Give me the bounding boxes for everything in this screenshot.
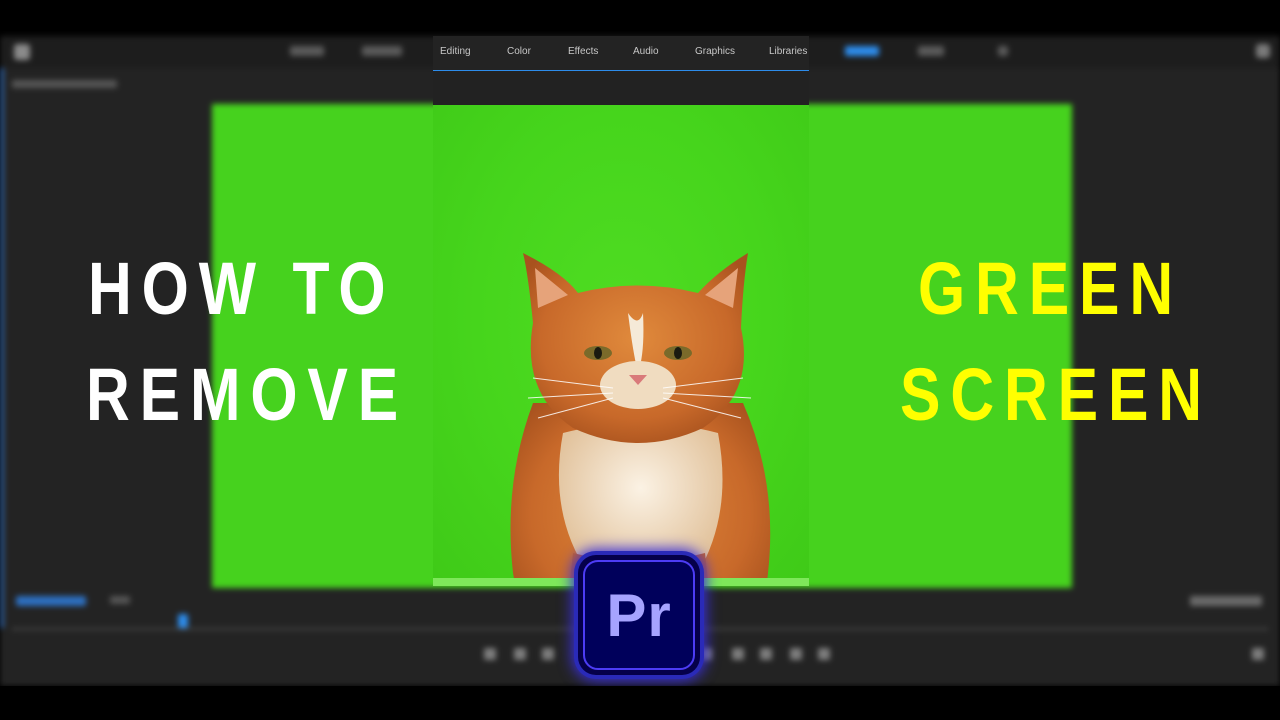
panel-header-strip [433, 71, 809, 105]
panel-focus-border [0, 68, 4, 628]
background-tab [998, 46, 1008, 56]
timecode-readout [16, 596, 86, 606]
duration-readout [1190, 596, 1262, 606]
home-icon [14, 44, 30, 60]
background-tab [918, 46, 944, 56]
workspace-tabs-bar: Editing Color Effects Audio Graphics Lib… [433, 36, 809, 70]
premiere-pro-logo-inner: Pr [583, 560, 695, 670]
background-tab [290, 46, 324, 56]
insert-icon [760, 648, 772, 660]
program-panel-label [12, 80, 117, 88]
workspace-menu-icon [1256, 44, 1270, 58]
tab-effects[interactable]: Effects [568, 46, 598, 57]
playhead [178, 614, 188, 628]
letterbox-top [0, 0, 1280, 36]
tab-libraries[interactable]: Libraries [769, 46, 807, 57]
settings-icon [1252, 648, 1264, 660]
title-line-screen: SCREEN [900, 353, 1212, 436]
title-line-remove: REMOVE [86, 353, 409, 436]
export-frame-icon [818, 648, 830, 660]
letterbox-bottom [0, 686, 1280, 720]
mark-in-icon [484, 648, 496, 660]
background-tab [362, 46, 402, 56]
tab-graphics[interactable]: Graphics [695, 46, 735, 57]
tab-audio[interactable]: Audio [633, 46, 659, 57]
go-to-out-icon [732, 648, 744, 660]
cat-image [510, 253, 771, 586]
zoom-fit-dropdown [110, 596, 130, 604]
tab-color[interactable]: Color [507, 46, 531, 57]
mark-out-icon [514, 648, 526, 660]
premiere-workspace-panel: Editing Color Effects Audio Graphics Lib… [433, 36, 809, 586]
title-line-how-to: HOW TO [88, 247, 396, 330]
tab-editing[interactable]: Editing [440, 46, 471, 57]
background-tab-active [845, 46, 879, 56]
step-forward-icon [700, 648, 712, 660]
go-to-in-icon [542, 648, 554, 660]
premiere-pro-logo: Pr [578, 555, 700, 675]
green-screen-video-frame [433, 105, 809, 586]
title-line-green: GREEN [918, 247, 1183, 330]
overwrite-icon [790, 648, 802, 660]
premiere-pro-logo-text: Pr [606, 581, 672, 649]
